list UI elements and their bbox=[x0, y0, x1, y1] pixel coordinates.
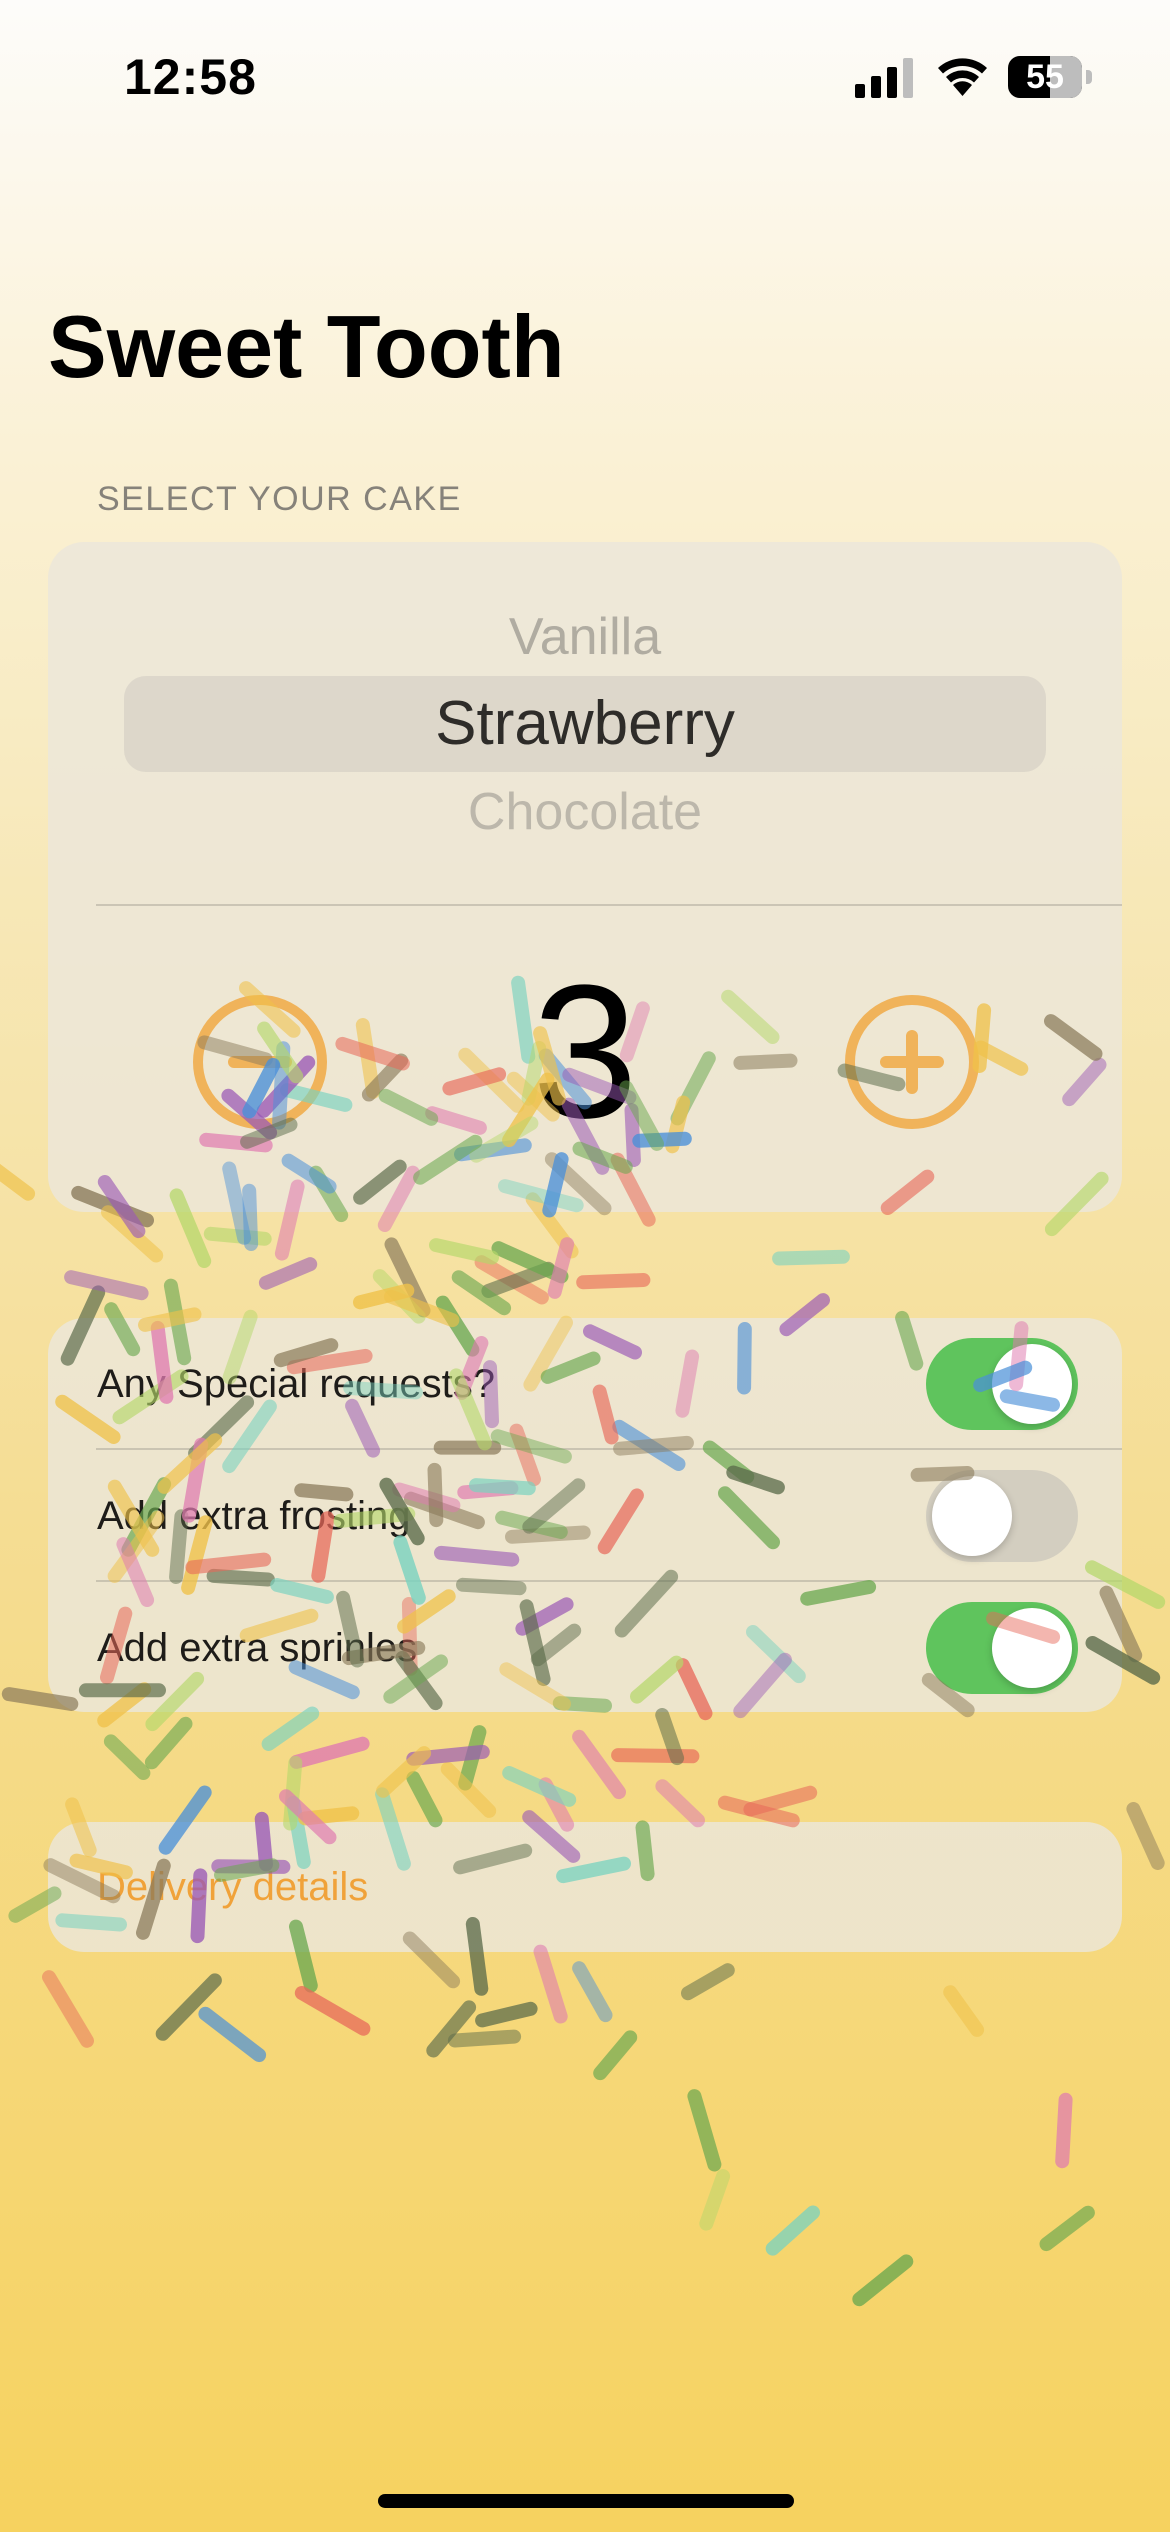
cake-selection-card: Vanilla Strawberry Chocolate 3 bbox=[48, 542, 1122, 1212]
delivery-details-card[interactable]: Delivery details bbox=[48, 1822, 1122, 1952]
status-time: 12:58 bbox=[124, 49, 257, 105]
extra-frosting-toggle[interactable] bbox=[926, 1470, 1078, 1562]
delivery-details-link[interactable]: Delivery details bbox=[97, 1822, 368, 1952]
sprinkle bbox=[203, 1226, 272, 1246]
sprinkle bbox=[451, 1270, 512, 1316]
wifi-icon bbox=[938, 58, 987, 96]
sprinkle bbox=[502, 1766, 577, 1807]
sprinkle bbox=[429, 1238, 499, 1265]
sprinkle bbox=[261, 1706, 320, 1751]
increment-button[interactable] bbox=[844, 994, 980, 1130]
sprinkle bbox=[593, 2030, 638, 2081]
sprinkle bbox=[687, 2089, 722, 2172]
sprinkle bbox=[772, 1249, 850, 1266]
sprinkle bbox=[384, 1289, 460, 1328]
sprinkle bbox=[458, 1725, 487, 1791]
sprinkle bbox=[406, 1771, 443, 1828]
sprinkle bbox=[198, 2006, 267, 2063]
sprinkle bbox=[64, 1270, 149, 1301]
sprinkle bbox=[258, 1257, 318, 1290]
sprinkle bbox=[576, 1273, 651, 1290]
home-indicator[interactable] bbox=[378, 2494, 794, 2508]
cellular-signal-icon bbox=[855, 58, 913, 98]
sprinkle bbox=[533, 1944, 568, 2024]
option-row-special-requests: Any Special requests? bbox=[48, 1318, 1122, 1450]
picker-option-selected[interactable]: Strawberry bbox=[48, 688, 1122, 759]
sprinkle bbox=[0, 1163, 36, 1201]
sprinkle bbox=[547, 1237, 575, 1299]
sprinkle bbox=[765, 2205, 820, 2256]
sprinkle bbox=[611, 1748, 700, 1764]
sprinkle bbox=[294, 1986, 371, 2036]
sprinkle bbox=[426, 2000, 477, 2058]
sprinkle bbox=[572, 1729, 626, 1800]
sprinkle bbox=[943, 1985, 985, 2037]
special-requests-toggle[interactable] bbox=[926, 1338, 1078, 1430]
sprinkle bbox=[655, 1779, 705, 1828]
sprinkle bbox=[144, 1716, 193, 1770]
option-label: Any Special requests? bbox=[97, 1362, 496, 1406]
sprinkle bbox=[1055, 2092, 1073, 2169]
extra-sprinkles-toggle[interactable] bbox=[926, 1602, 1078, 1694]
sprinkle bbox=[42, 1970, 94, 2048]
sprinkle bbox=[376, 1746, 432, 1798]
sprinkle bbox=[298, 1806, 360, 1826]
sprinkle bbox=[103, 1734, 151, 1780]
sprinkle bbox=[1039, 2205, 1095, 2252]
sprinkle bbox=[481, 1261, 556, 1298]
status-bar: 12:58 55 bbox=[0, 0, 1170, 150]
sprinkle bbox=[474, 1255, 549, 1305]
sprinkle bbox=[491, 1241, 569, 1284]
sprinkle bbox=[101, 1205, 164, 1263]
picker-option-chocolate[interactable]: Chocolate bbox=[48, 782, 1122, 842]
sprinkle bbox=[681, 1963, 735, 2001]
option-label: Add extra sprinles bbox=[97, 1626, 418, 1670]
picker-option-vanilla[interactable]: Vanilla bbox=[48, 607, 1122, 667]
page-title: Sweet Tooth bbox=[48, 297, 565, 396]
divider bbox=[96, 904, 1122, 906]
sprinkle bbox=[717, 1795, 800, 1828]
option-label: Add extra frosting bbox=[97, 1494, 411, 1538]
sprinkle bbox=[384, 1237, 431, 1318]
sprinkle bbox=[447, 2029, 522, 2048]
sprinkle bbox=[289, 1736, 370, 1769]
sprinkle bbox=[372, 1269, 426, 1324]
sprinkle bbox=[538, 1777, 575, 1832]
options-card: Any Special requests? Add extra frosting… bbox=[48, 1318, 1122, 1712]
sprinkle bbox=[283, 1755, 303, 1831]
sprinkle bbox=[406, 1744, 490, 1766]
sprinkle bbox=[440, 1762, 497, 1818]
battery-percent: 55 bbox=[1026, 58, 1064, 96]
sprinkle bbox=[475, 2001, 538, 2028]
option-row-extra-sprinkles: Add extra sprinles bbox=[48, 1582, 1122, 1714]
sprinkle bbox=[743, 1785, 818, 1817]
sprinkle bbox=[699, 2169, 731, 2231]
battery-icon: 55 bbox=[1008, 56, 1092, 98]
sprinkle bbox=[655, 1708, 685, 1766]
option-row-extra-frosting: Add extra frosting bbox=[48, 1450, 1122, 1582]
sprinkle bbox=[572, 1961, 613, 2023]
section-header-select-cake: SELECT YOUR CAKE bbox=[97, 480, 462, 518]
sprinkle bbox=[1126, 1802, 1165, 1870]
sprinkle bbox=[353, 1283, 415, 1310]
sprinkle bbox=[852, 2254, 914, 2307]
sprinkle bbox=[155, 1973, 222, 2041]
